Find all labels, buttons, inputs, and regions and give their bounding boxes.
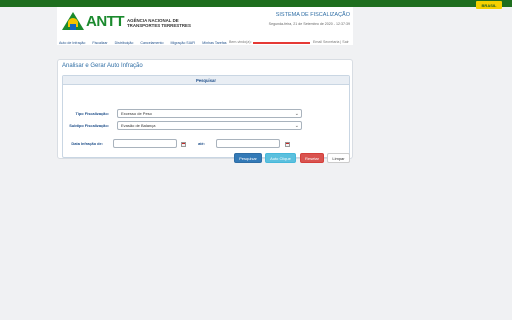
- tipo-select[interactable]: Excesso de Peso ⌄: [117, 109, 302, 118]
- logo-text: ANTT: [86, 13, 125, 30]
- username-redacted: [253, 42, 310, 44]
- subtipo-label: Subtipo Fiscalização:: [69, 123, 109, 128]
- resetar-button[interactable]: Resetar: [300, 153, 324, 163]
- data-inicio-input[interactable]: [113, 139, 177, 148]
- auto-clique-button[interactable]: Auto Clique: [265, 153, 296, 163]
- agency-name: AGÊNCIA NACIONAL DE TRANSPORTES TERRESTR…: [127, 18, 207, 28]
- welcome-text: Bem-vindo(a):: [229, 40, 252, 44]
- header-links[interactable]: Email Secretaria | Sair: [313, 40, 349, 44]
- nav-item-migracao-siafi[interactable]: Migração SIAFI: [171, 41, 196, 45]
- main-nav: Auto de Infração Fiscalizar Distribuição…: [57, 40, 353, 46]
- gov-bar: [0, 0, 512, 7]
- agency-line-2: TRANSPORTES TERRESTRES: [127, 23, 191, 28]
- ate-label: até:: [198, 141, 205, 146]
- chevron-down-icon: ⌄: [294, 111, 299, 117]
- system-date: Segunda-feira, 21 de Setembro de 2020 - …: [268, 22, 350, 26]
- page-title: Analisar e Gerar Auto Infração: [62, 63, 143, 69]
- search-box: Pesquisar Tipo Fiscalização: Excesso de …: [62, 75, 350, 163]
- chevron-down-icon: ⌄: [294, 123, 299, 129]
- search-header: Pesquisar: [63, 76, 349, 85]
- subtipo-select[interactable]: Evasão de Balança ⌄: [117, 121, 302, 130]
- calendar-icon[interactable]: [181, 142, 186, 147]
- header: ANTT AGÊNCIA NACIONAL DE TRANSPORTES TER…: [57, 7, 353, 45]
- nav-item-fiscalizar[interactable]: Fiscalizar: [92, 41, 107, 45]
- tipo-label: Tipo Fiscalização:: [75, 111, 109, 116]
- brasil-badge[interactable]: BRASIL: [476, 1, 502, 9]
- subtipo-select-value: Evasão de Balança: [121, 123, 156, 128]
- main-panel: Analisar e Gerar Auto Infração Pesquisar…: [57, 59, 353, 163]
- pesquisar-button[interactable]: Pesquisar: [234, 153, 262, 163]
- system-title: SISTEMA DE FISCALIZAÇÃO: [275, 12, 350, 18]
- data-fim-input[interactable]: [216, 139, 280, 148]
- nav-item-auto-infracao[interactable]: Auto de Infração: [59, 41, 85, 45]
- nav-item-cancelamento[interactable]: Cancelamento: [140, 41, 163, 45]
- calendar-icon[interactable]: [285, 142, 290, 147]
- antt-logo-blue-icon: [70, 24, 76, 30]
- data-infracao-label: Data Infração de:: [71, 141, 103, 146]
- nav-item-minhas-tarefas[interactable]: Minhas Tarefas: [202, 41, 226, 45]
- tipo-select-value: Excesso de Peso: [121, 111, 152, 116]
- nav-item-distribuicao[interactable]: Distribuição: [115, 41, 134, 45]
- limpar-button[interactable]: Limpar: [327, 153, 350, 163]
